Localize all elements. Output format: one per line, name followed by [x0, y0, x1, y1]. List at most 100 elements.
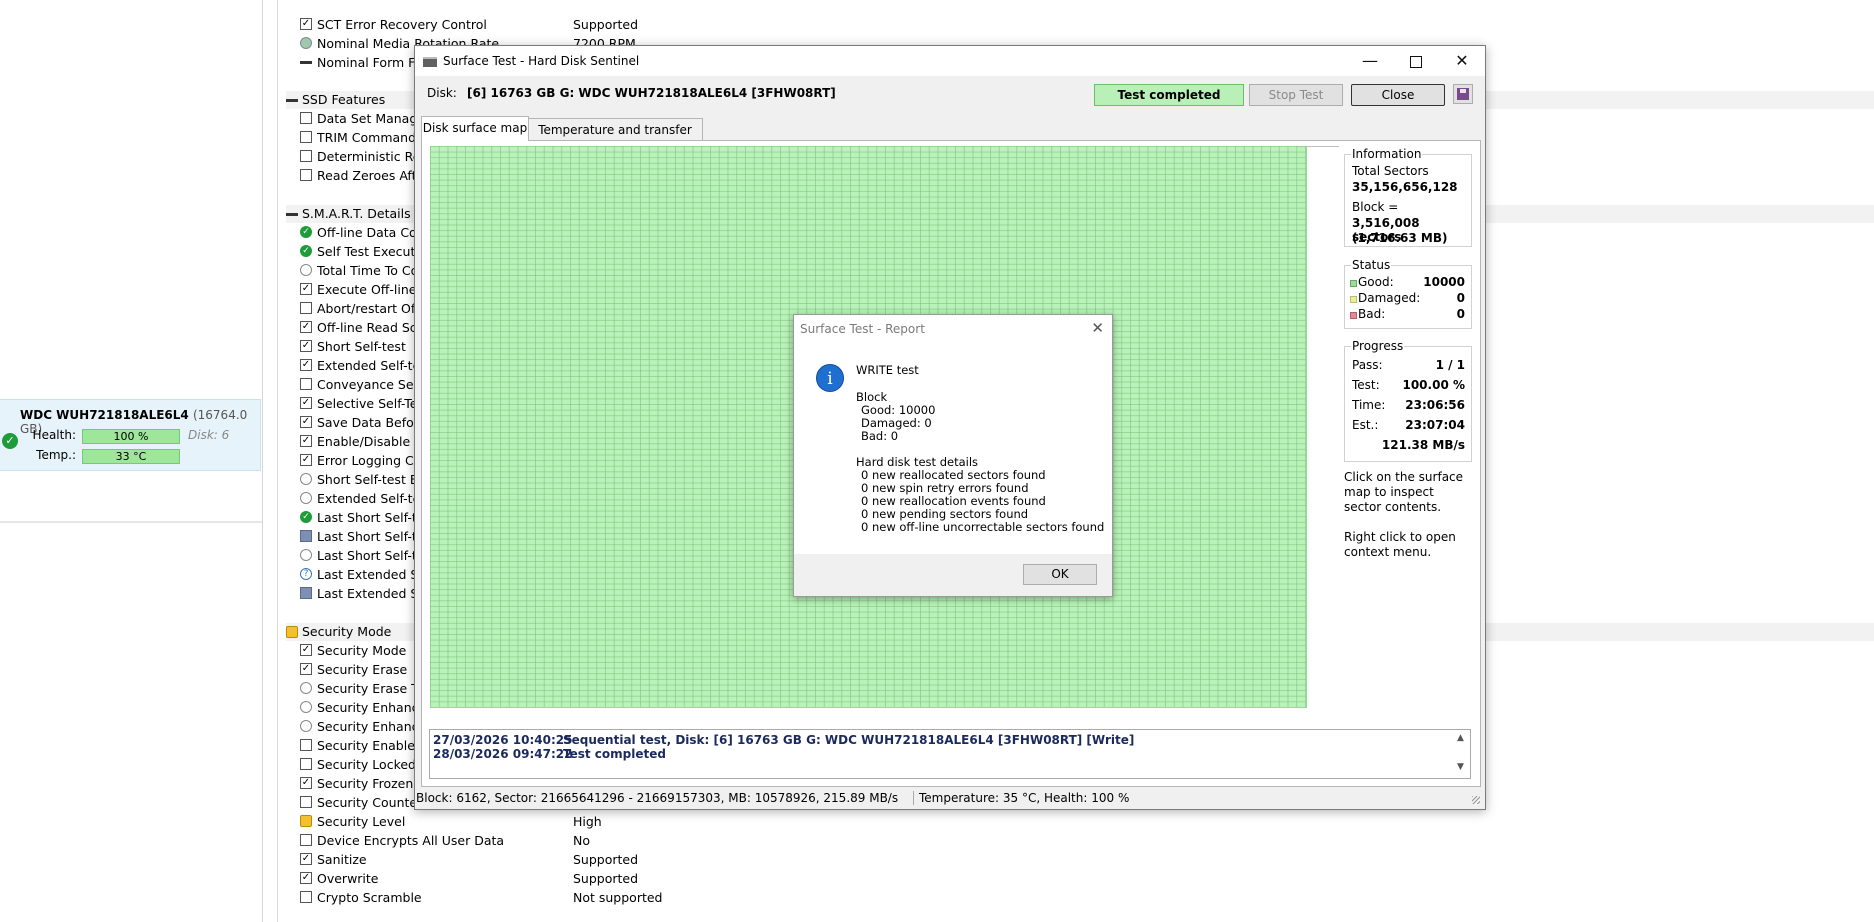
tab-label: Disk surface map: [422, 121, 528, 135]
feature-label: Abort/restart Off-l: [317, 301, 428, 316]
time-row: Time: 23:06:56: [1345, 398, 1471, 414]
pass-value: 1 / 1: [1435, 358, 1465, 372]
collapse-icon[interactable]: [286, 213, 298, 216]
checkbox-checked-icon: ✓: [300, 872, 312, 884]
damaged-value: 0: [1456, 291, 1465, 305]
resize-grip[interactable]: [1472, 796, 1480, 804]
log-timestamp: 27/03/2026 10:40:25: [433, 733, 573, 747]
tab-temperature-transfer[interactable]: Temperature and transfer speed: [527, 118, 703, 159]
save-button[interactable]: [1453, 84, 1473, 104]
feature-label: Security Frozen: [317, 776, 414, 791]
feature-label: SCT Error Recovery Control: [317, 17, 487, 32]
feature-row[interactable]: Security Level High: [266, 812, 1866, 831]
hint-click: Click on the surface map to inspect sect…: [1344, 470, 1464, 514]
dialog-heading: WRITE test: [856, 363, 919, 377]
collapse-icon[interactable]: [286, 99, 298, 102]
feature-value: Supported: [573, 871, 639, 886]
pass-row: Pass: 1 / 1: [1345, 358, 1471, 374]
dialog-titlebar[interactable]: Surface Test - Report ✕: [794, 315, 1112, 341]
checkbox-checked-icon: ✓: [300, 853, 312, 865]
feature-label: Overwrite: [317, 871, 379, 886]
maximize-button[interactable]: [1393, 46, 1439, 76]
checkbox-checked-icon: ✓: [300, 397, 312, 409]
checkbox-unchecked-icon: [300, 891, 312, 903]
log-entry: 27/03/2026 10:40:25Sequential test, Disk…: [433, 733, 1134, 747]
feature-row[interactable]: Crypto Scramble Not supported: [266, 888, 1866, 907]
checkbox-checked-icon: ✓: [300, 454, 312, 466]
information-group: Information Total Sectors 35,156,656,128…: [1344, 147, 1472, 247]
test-log[interactable]: 27/03/2026 10:40:25Sequential test, Disk…: [429, 729, 1471, 779]
hint-text: Click on the surface map to inspect sect…: [1344, 470, 1469, 560]
feature-label: Device Encrypts All User Data: [317, 833, 505, 848]
dialog-detail: 0 new reallocation events found: [861, 494, 1046, 508]
minimize-button[interactable]: —: [1347, 46, 1393, 76]
block-mb: (1,716.63 MB): [1352, 231, 1448, 245]
clock-icon: [300, 682, 312, 694]
log-message: Sequential test, Disk: [6] 16763 GB G: W…: [563, 733, 1135, 747]
feature-label: Nominal Form Fac: [317, 55, 429, 70]
speed-value: 121.38 MB/s: [1381, 438, 1465, 452]
close-button[interactable]: Close: [1351, 84, 1445, 106]
status-bar: Block: 6162, Sector: 21665641296 - 21669…: [414, 788, 1484, 808]
damaged-legend-icon: [1350, 296, 1357, 303]
feature-row[interactable]: ✓ Sanitize Supported: [266, 850, 1866, 869]
good-value: 10000: [1423, 275, 1465, 289]
feature-row[interactable]: ✓ Overwrite Supported: [266, 869, 1866, 888]
speed-row: 121.38 MB/s: [1345, 438, 1471, 454]
checkbox-unchecked-icon: [300, 112, 312, 124]
damaged-label: Damaged:: [1358, 291, 1421, 305]
tab-disk-surface-map[interactable]: Disk surface map: [421, 116, 529, 141]
test-label: Test:: [1352, 378, 1380, 392]
statusbar-block-info: Block: 6162, Sector: 21665641296 - 21669…: [416, 791, 899, 805]
est-value: 23:07:04: [1405, 418, 1465, 432]
maximize-icon: [1410, 55, 1422, 68]
app-icon: [423, 57, 437, 67]
dialog-close-icon[interactable]: ✕: [1091, 319, 1104, 337]
feature-label: Crypto Scramble: [317, 890, 422, 905]
good-label: Good:: [1358, 275, 1394, 289]
time-label: Time:: [1352, 398, 1386, 412]
bad-value: 0: [1456, 307, 1465, 321]
hint-right-click: Right click to open context menu.: [1344, 530, 1456, 559]
scroll-up-icon[interactable]: ▲: [1457, 733, 1464, 743]
section-title: SSD Features: [302, 92, 386, 107]
bad-row: Bad: 0: [1345, 307, 1471, 323]
feature-row[interactable]: Device Encrypts All User Data No: [266, 831, 1866, 850]
disk-icon: [300, 37, 312, 49]
dialog-detail: 0 new pending sectors found: [861, 507, 1029, 521]
dialog-details-title: Hard disk test details: [856, 455, 979, 469]
green-check-icon: ✓: [300, 511, 312, 523]
stop-test-button[interactable]: Stop Test: [1249, 84, 1343, 106]
feature-label: Selective Self-Test: [317, 396, 429, 411]
window-titlebar[interactable]: Surface Test - Hard Disk Sentinel — ✕: [415, 46, 1485, 76]
checkbox-unchecked-icon: [300, 131, 312, 143]
feature-label: TRIM Command: [317, 130, 417, 145]
disk-label: Disk:: [427, 86, 457, 100]
feature-row[interactable]: ✓ SCT Error Recovery Control Supported: [266, 15, 1866, 34]
total-sectors-label: Total Sectors: [1352, 164, 1429, 178]
dialog-detail: 0 new off-line uncorrectable sectors fou…: [861, 520, 1105, 534]
feature-value: High: [573, 814, 602, 829]
close-window-button[interactable]: ✕: [1439, 46, 1485, 76]
ok-button[interactable]: OK: [1023, 564, 1097, 585]
log-scrollbar[interactable]: ▲ ▼: [1454, 730, 1470, 778]
log-message: Test completed: [563, 747, 666, 761]
status-group: Status Good: 10000 Damaged: 0 Bad: 0: [1344, 258, 1472, 329]
good-row: Good: 10000: [1345, 275, 1471, 291]
lock-icon: [286, 626, 298, 638]
est-label: Est.:: [1352, 418, 1379, 432]
feature-value: Not supported: [573, 890, 663, 905]
feature-label: Read Zeroes After: [317, 168, 430, 183]
feature-label: Security Locked: [317, 757, 416, 772]
checkbox-checked-icon: ✓: [300, 283, 312, 295]
calendar-icon: [300, 530, 312, 542]
scroll-down-icon[interactable]: ▼: [1457, 762, 1464, 772]
progress-title: Progress: [1351, 339, 1405, 353]
checkbox-checked-icon: ✓: [300, 435, 312, 447]
est-row: Est.: 23:07:04: [1345, 418, 1471, 434]
checkbox-unchecked-icon: [300, 834, 312, 846]
green-check-icon: ✓: [300, 226, 312, 238]
dialog-detail: 0 new reallocated sectors found: [861, 468, 1046, 482]
info-icon: i: [816, 364, 844, 392]
feature-label: Security Mode: [317, 643, 407, 658]
